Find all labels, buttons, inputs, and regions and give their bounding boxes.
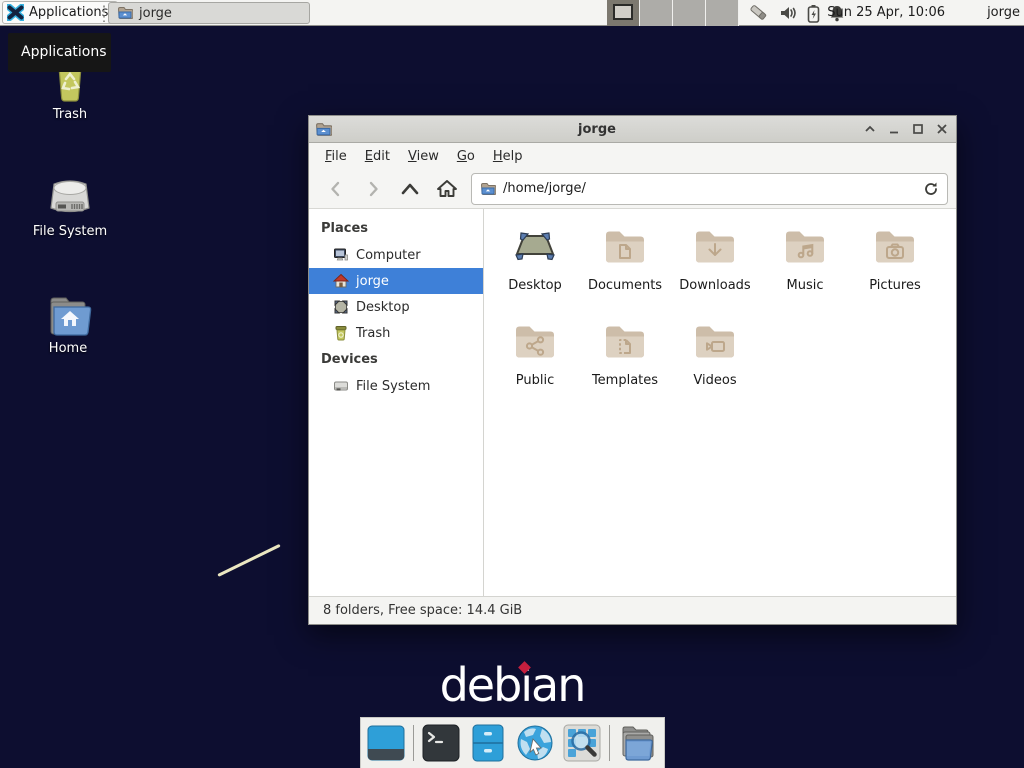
desktop-icon-label: Trash <box>10 107 130 122</box>
desktop-icon-file-system[interactable]: File System <box>10 176 130 239</box>
file-item-desktop[interactable]: Desktop <box>490 217 580 312</box>
debian-wordmark-text: debian <box>440 658 585 712</box>
show-desktop-icon[interactable] <box>366 723 406 763</box>
panel-separator-handle <box>102 4 106 22</box>
desktop-pad-icon <box>511 222 559 270</box>
home-folder-icon <box>43 293 93 339</box>
places-header: Places <box>309 215 483 242</box>
up-icon[interactable] <box>391 174 428 204</box>
sidebar-item-jorge[interactable]: jorge <box>309 268 483 294</box>
pictures-folder-icon <box>871 222 919 270</box>
workspace-window-preview <box>613 4 633 20</box>
workspace-4[interactable] <box>706 0 739 26</box>
web-browser-icon[interactable] <box>515 723 555 763</box>
window-title: jorge <box>332 122 862 137</box>
file-item-documents[interactable]: Documents <box>580 217 670 312</box>
applications-menu-label: Applications <box>29 5 108 20</box>
file-icon-view[interactable]: Desktop Documents <box>484 209 956 596</box>
app-finder-icon[interactable] <box>562 723 602 763</box>
drive-icon <box>333 378 349 394</box>
file-item-videos[interactable]: Videos <box>670 312 760 407</box>
applications-tooltip: Applications <box>8 33 111 72</box>
devices-header: Devices <box>309 346 483 373</box>
file-item-music[interactable]: Music <box>760 217 850 312</box>
shade-icon[interactable] <box>862 121 878 137</box>
hard-drive-icon <box>46 176 94 222</box>
desktop-icon <box>333 299 349 315</box>
stylus-tool-icon[interactable] <box>748 3 770 23</box>
file-manager-icon[interactable] <box>617 723 659 763</box>
statusbar: 8 folders, Free space: 14.4 GiB <box>309 596 956 624</box>
reload-icon[interactable] <box>923 181 939 197</box>
documents-folder-icon <box>601 222 649 270</box>
applications-menu-button[interactable]: Applications <box>2 1 118 24</box>
desktop: Applications jorge <box>0 0 1024 768</box>
workspace-switcher[interactable] <box>607 0 739 26</box>
menu-view[interactable]: View <box>399 145 448 168</box>
menu-help[interactable]: Help <box>484 145 532 168</box>
back-icon[interactable] <box>317 174 354 204</box>
public-folder-icon <box>511 317 559 365</box>
terminal-icon[interactable] <box>421 723 461 763</box>
debian-wordmark: debian <box>0 658 1024 712</box>
file-item-downloads[interactable]: Downloads <box>670 217 760 312</box>
top-panel: Applications jorge <box>0 0 1024 26</box>
panel-clock[interactable]: Sun 25 Apr, 10:06 <box>827 0 945 26</box>
forward-icon[interactable] <box>354 174 391 204</box>
close-icon[interactable] <box>934 121 950 137</box>
menu-file[interactable]: File <box>316 145 356 168</box>
statusbar-text: 8 folders, Free space: 14.4 GiB <box>323 603 522 618</box>
file-manager-window: jorge File Edit View Go Help <box>308 115 957 625</box>
location-path-value[interactable]: /home/jorge/ <box>503 181 916 196</box>
videos-folder-icon <box>691 317 739 365</box>
menu-edit[interactable]: Edit <box>356 145 399 168</box>
taskbar-window-label: jorge <box>139 6 172 21</box>
volume-icon[interactable] <box>779 4 798 22</box>
templates-folder-icon <box>601 317 649 365</box>
sidebar-item-file-system[interactable]: File System <box>309 373 483 399</box>
wallpaper-swoosh-line <box>217 544 280 577</box>
file-item-templates[interactable]: Templates <box>580 312 670 407</box>
downloads-folder-icon <box>691 222 739 270</box>
sidebar-item-trash[interactable]: Trash <box>309 320 483 346</box>
sidebar-item-desktop[interactable]: Desktop <box>309 294 483 320</box>
dock-separator <box>609 725 610 761</box>
location-folder-icon <box>480 181 496 197</box>
home-icon[interactable] <box>428 174 465 204</box>
panel-user-menu[interactable]: jorge <box>987 0 1020 26</box>
dock <box>360 717 665 768</box>
folder-window-icon <box>117 5 133 21</box>
dock-separator <box>413 725 414 761</box>
file-item-public[interactable]: Public <box>490 312 580 407</box>
computer-icon <box>333 247 349 263</box>
workspace-2[interactable] <box>640 0 673 26</box>
taskbar-window-button[interactable]: jorge <box>108 2 310 24</box>
location-bar[interactable]: /home/jorge/ <box>471 173 948 205</box>
desktop-icon-label: Home <box>8 341 128 356</box>
window-folder-icon <box>315 121 332 138</box>
battery-charging-icon[interactable] <box>807 4 820 23</box>
minimize-icon[interactable] <box>886 121 902 137</box>
xfce-x-logo-icon <box>7 4 24 21</box>
window-titlebar[interactable]: jorge <box>309 116 956 143</box>
menu-go[interactable]: Go <box>448 145 484 168</box>
file-item-pictures[interactable]: Pictures <box>850 217 940 312</box>
desktop-icon-label: File System <box>10 224 130 239</box>
sidebar-item-computer[interactable]: Computer <box>309 242 483 268</box>
file-cabinet-icon[interactable] <box>468 723 508 763</box>
trash-icon <box>333 325 349 341</box>
desktop-icon-home[interactable]: Home <box>8 293 128 356</box>
toolbar: /home/jorge/ <box>309 169 956 209</box>
workspace-3[interactable] <box>673 0 706 26</box>
music-folder-icon <box>781 222 829 270</box>
maximize-icon[interactable] <box>910 121 926 137</box>
places-sidebar: Places Computer jo <box>309 209 484 596</box>
workspace-1[interactable] <box>607 0 640 26</box>
menubar: File Edit View Go Help <box>309 143 956 169</box>
home-icon <box>333 273 349 289</box>
